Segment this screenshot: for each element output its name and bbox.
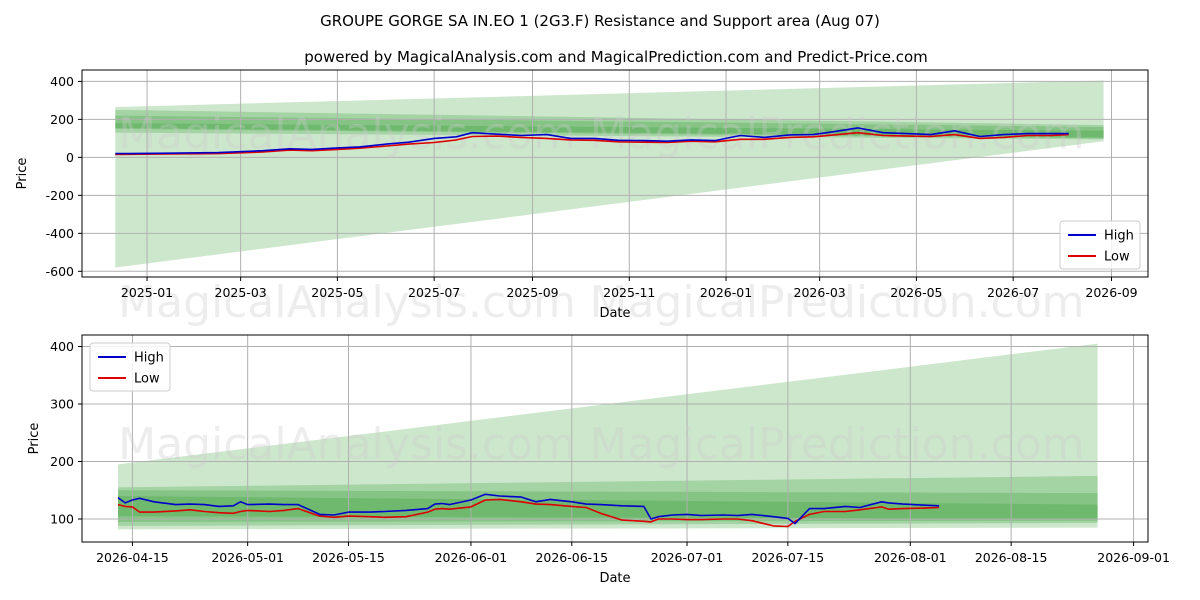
x-tick-label: 2026-05-15	[312, 550, 385, 565]
y-tick-label: -600	[46, 264, 74, 279]
x-tick-label: 2026-01	[700, 285, 752, 300]
y-tick-label: 200	[50, 454, 74, 469]
y-tick-label: 100	[50, 512, 74, 527]
x-tick-label: 2026-09-01	[1097, 550, 1170, 565]
y-tick-label: 400	[50, 74, 74, 89]
x-tick-label: 2025-03	[215, 285, 267, 300]
x-tick-label: 2026-05	[890, 285, 942, 300]
x-tick-label: 2026-06-01	[435, 550, 508, 565]
x-tick-label: 2026-08-15	[975, 550, 1048, 565]
x-tick-label: 2026-03	[794, 285, 846, 300]
watermark-text: MagicalPrediction.com	[590, 419, 1085, 470]
chart-title: GROUPE GORGE SA IN.EO 1 (2G3.F) Resistan…	[320, 12, 880, 30]
y-tick-label: 300	[50, 397, 74, 412]
y-tick-label: -400	[46, 226, 74, 241]
x-tick-label: 2025-05	[311, 285, 363, 300]
x-tick-label: 2025-09	[506, 285, 558, 300]
x-tick-label: 2026-05-01	[211, 550, 284, 565]
x-axis-label: Date	[599, 571, 630, 586]
x-tick-label: 2026-07-01	[651, 550, 724, 565]
x-tick-label: 2026-09	[1085, 285, 1137, 300]
y-tick-label: 400	[50, 339, 74, 354]
y-tick-label: 200	[50, 112, 74, 127]
x-tick-label: 2026-06-15	[535, 550, 608, 565]
x-tick-label: 2026-07	[987, 285, 1039, 300]
legend: High Low	[89, 342, 171, 392]
x-tick-label: 2025-11	[603, 285, 655, 300]
y-tick-label: 0	[66, 150, 74, 165]
legend: High Low	[1059, 220, 1141, 270]
y-tick-label: -200	[46, 188, 74, 203]
x-tick-label: 2026-04-15	[96, 550, 169, 565]
legend-label: High	[134, 351, 164, 366]
y-axis-label: Price	[15, 158, 30, 190]
legend-label: High	[1104, 229, 1134, 244]
x-tick-label: 2026-08-01	[874, 550, 947, 565]
legend-label: Low	[134, 372, 160, 387]
chart-figure: GROUPE GORGE SA IN.EO 1 (2G3.F) Resistan…	[0, 0, 1200, 600]
y-axis-label: Price	[27, 423, 42, 455]
chart-subtitle: powered by MagicalAnalysis.com and Magic…	[304, 48, 928, 66]
watermark-text: MagicalAnalysis.com	[118, 419, 576, 470]
x-axis-label: Date	[599, 306, 630, 321]
x-tick-label: 2025-07	[408, 285, 460, 300]
x-tick-label: 2025-01	[121, 285, 173, 300]
x-tick-label: 2026-07-15	[752, 550, 825, 565]
legend-label: Low	[1104, 250, 1130, 265]
